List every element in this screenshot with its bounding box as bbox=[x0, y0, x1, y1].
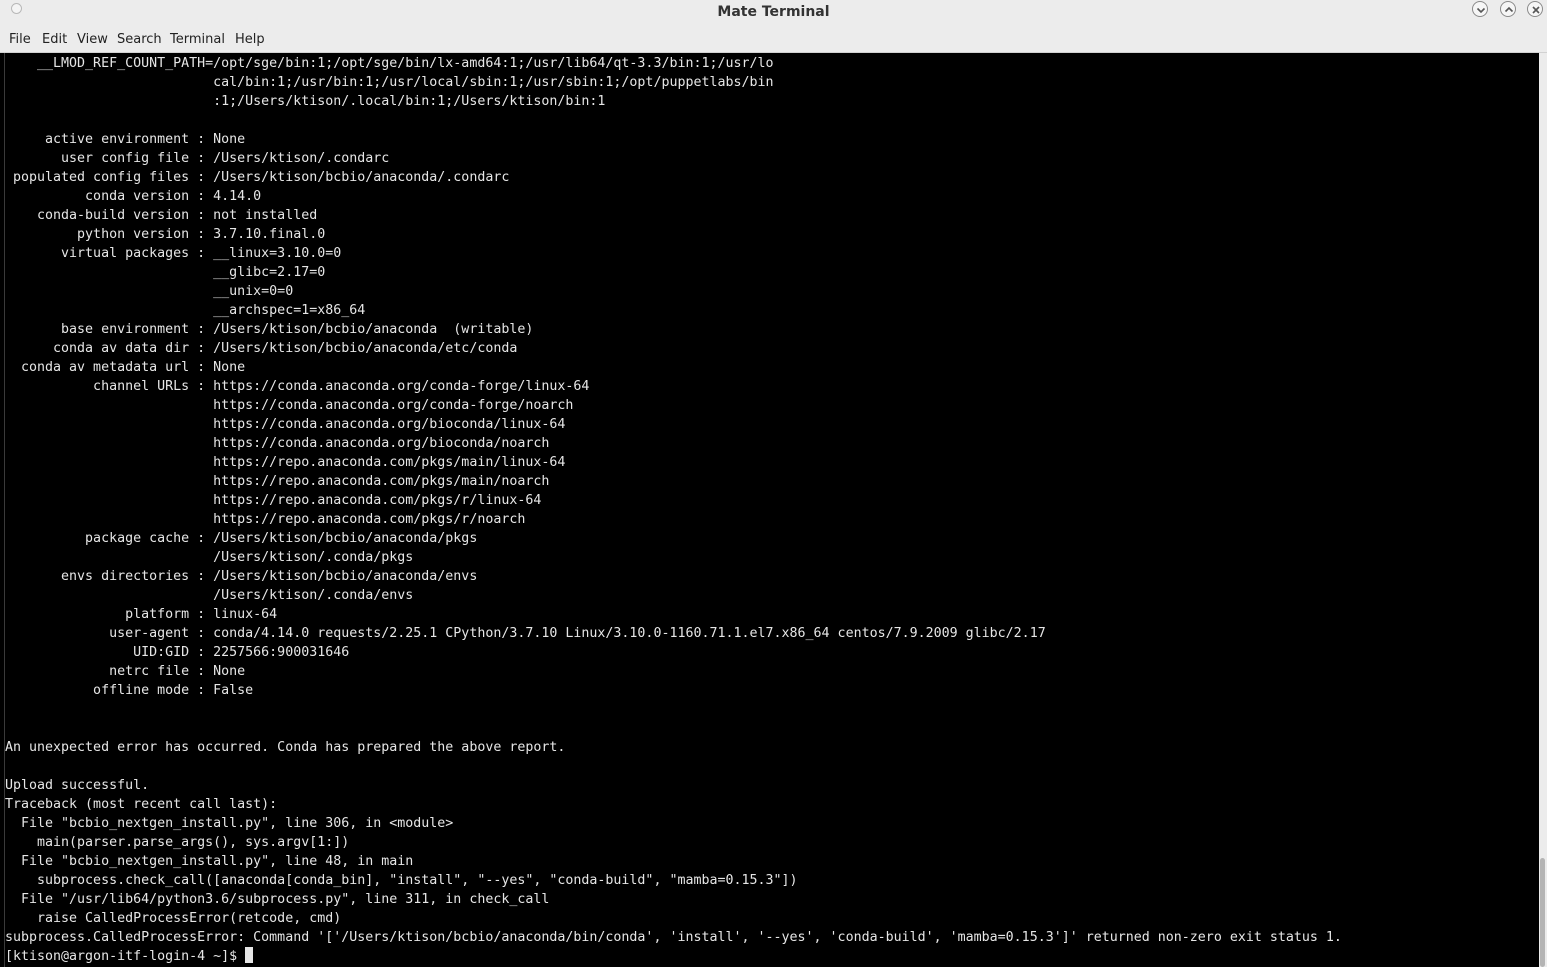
menu-help[interactable]: Help bbox=[235, 27, 265, 52]
terminal-output: __LMOD_REF_COUNT_PATH=/opt/sge/bin:1;/op… bbox=[5, 53, 1539, 947]
terminal-line: https://repo.anaconda.com/pkgs/r/linux-6… bbox=[213, 493, 542, 508]
shell-prompt: [ktison@argon-itf-login-4 ~]$ bbox=[5, 949, 246, 964]
terminal-line: package cache : /Users/ktison/bcbio/anac… bbox=[85, 531, 478, 546]
prompt-line[interactable]: [ktison@argon-itf-login-4 ~]$ bbox=[5, 947, 1539, 966]
terminal-line: subprocess.check_call([anaconda[conda_bi… bbox=[37, 873, 798, 888]
text-cursor bbox=[245, 947, 254, 963]
terminal-line: https://repo.anaconda.com/pkgs/main/linu… bbox=[213, 455, 566, 470]
terminal-line: active environment : None bbox=[45, 132, 246, 147]
terminal-line: raise CalledProcessError(retcode, cmd) bbox=[37, 911, 342, 926]
close-icon bbox=[1532, 6, 1540, 14]
terminal-line: main(parser.parse_args(), sys.argv[1:]) bbox=[37, 835, 350, 850]
terminal-line: /Users/ktison/.conda/pkgs bbox=[213, 550, 414, 565]
terminal-line: base environment : /Users/ktison/bcbio/a… bbox=[61, 322, 534, 337]
terminal-line: Upload successful. bbox=[5, 778, 150, 793]
terminal-line: __glibc=2.17=0 bbox=[213, 265, 326, 280]
terminal-line: netrc file : None bbox=[109, 664, 246, 679]
terminal-line: https://conda.anaconda.org/bioconda/linu… bbox=[213, 417, 566, 432]
terminal-line: File "bcbio_nextgen_install.py", line 30… bbox=[21, 816, 454, 831]
terminal-line: conda-build version : not installed bbox=[37, 208, 318, 223]
terminal-line: https://conda.anaconda.org/conda-forge/n… bbox=[213, 398, 574, 413]
chevron-up-icon bbox=[1504, 6, 1514, 13]
terminal-line: https://repo.anaconda.com/pkgs/main/noar… bbox=[213, 474, 550, 489]
terminal-line: virtual packages : __linux=3.10.0=0 bbox=[61, 246, 342, 261]
vertical-scrollbar[interactable] bbox=[1539, 53, 1547, 967]
menu-file[interactable]: File bbox=[9, 27, 31, 52]
window-title: Mate Terminal bbox=[717, 4, 830, 20]
terminal-line: user config file : /Users/ktison/.condar… bbox=[61, 151, 390, 166]
menu-edit[interactable]: Edit bbox=[42, 27, 67, 52]
terminal-line: Traceback (most recent call last): bbox=[5, 797, 278, 812]
menu-terminal[interactable]: Terminal bbox=[170, 27, 225, 52]
terminal-line: __LMOD_REF_COUNT_PATH=/opt/sge/bin:1;/op… bbox=[37, 56, 774, 71]
terminal-line: python version : 3.7.10.final.0 bbox=[77, 227, 326, 242]
terminal-line: cal/bin:1;/usr/bin:1;/usr/local/sbin:1;/… bbox=[213, 75, 774, 90]
terminal-line: File "bcbio_nextgen_install.py", line 48… bbox=[21, 854, 414, 869]
close-button[interactable] bbox=[1527, 1, 1543, 17]
terminal-line: __archspec=1=x86_64 bbox=[213, 303, 366, 318]
terminal-line: https://repo.anaconda.com/pkgs/r/noarch bbox=[213, 512, 526, 527]
menu-bar: File Edit View Search Terminal Help bbox=[0, 27, 1547, 53]
terminal-line: conda version : 4.14.0 bbox=[85, 189, 262, 204]
terminal-line: File "/usr/lib64/python3.6/subprocess.py… bbox=[21, 892, 550, 907]
terminal-line: https://conda.anaconda.org/bioconda/noar… bbox=[213, 436, 550, 451]
maximize-button[interactable] bbox=[1500, 1, 1516, 17]
terminal-line: conda av data dir : /Users/ktison/bcbio/… bbox=[53, 341, 518, 356]
terminal-window: Mate Terminal File Edit View Search Term… bbox=[0, 0, 1547, 967]
minimize-button[interactable] bbox=[1472, 1, 1488, 17]
terminal-line: populated config files : /Users/ktison/b… bbox=[13, 170, 510, 185]
menu-view[interactable]: View bbox=[77, 27, 108, 52]
terminal-line: conda av metadata url : None bbox=[21, 360, 246, 375]
terminal-line: channel URLs : https://conda.anaconda.or… bbox=[93, 379, 590, 394]
terminal-line: __unix=0=0 bbox=[213, 284, 294, 299]
terminal-line: :1;/Users/ktison/.local/bin:1;/Users/kti… bbox=[213, 94, 606, 109]
terminal-line: user-agent : conda/4.14.0 requests/2.25.… bbox=[109, 626, 1046, 641]
terminal-line: /Users/ktison/.conda/envs bbox=[213, 588, 414, 603]
terminal-line: UID:GID : 2257566:900031646 bbox=[133, 645, 350, 660]
menu-search[interactable]: Search bbox=[117, 27, 162, 52]
terminal-line: envs directories : /Users/ktison/bcbio/a… bbox=[61, 569, 478, 584]
terminal-line: An unexpected error has occurred. Conda … bbox=[5, 740, 566, 755]
chevron-down-icon bbox=[1476, 7, 1486, 14]
title-bar[interactable]: Mate Terminal bbox=[0, 0, 1547, 27]
terminal-line: platform : linux-64 bbox=[125, 607, 278, 622]
terminal-line: subprocess.CalledProcessError: Command '… bbox=[5, 930, 1342, 945]
scrollbar-thumb[interactable] bbox=[1540, 858, 1545, 967]
terminal-line: offline mode : False bbox=[93, 683, 254, 698]
terminal-output-area[interactable]: __LMOD_REF_COUNT_PATH=/opt/sge/bin:1;/op… bbox=[4, 53, 1539, 967]
